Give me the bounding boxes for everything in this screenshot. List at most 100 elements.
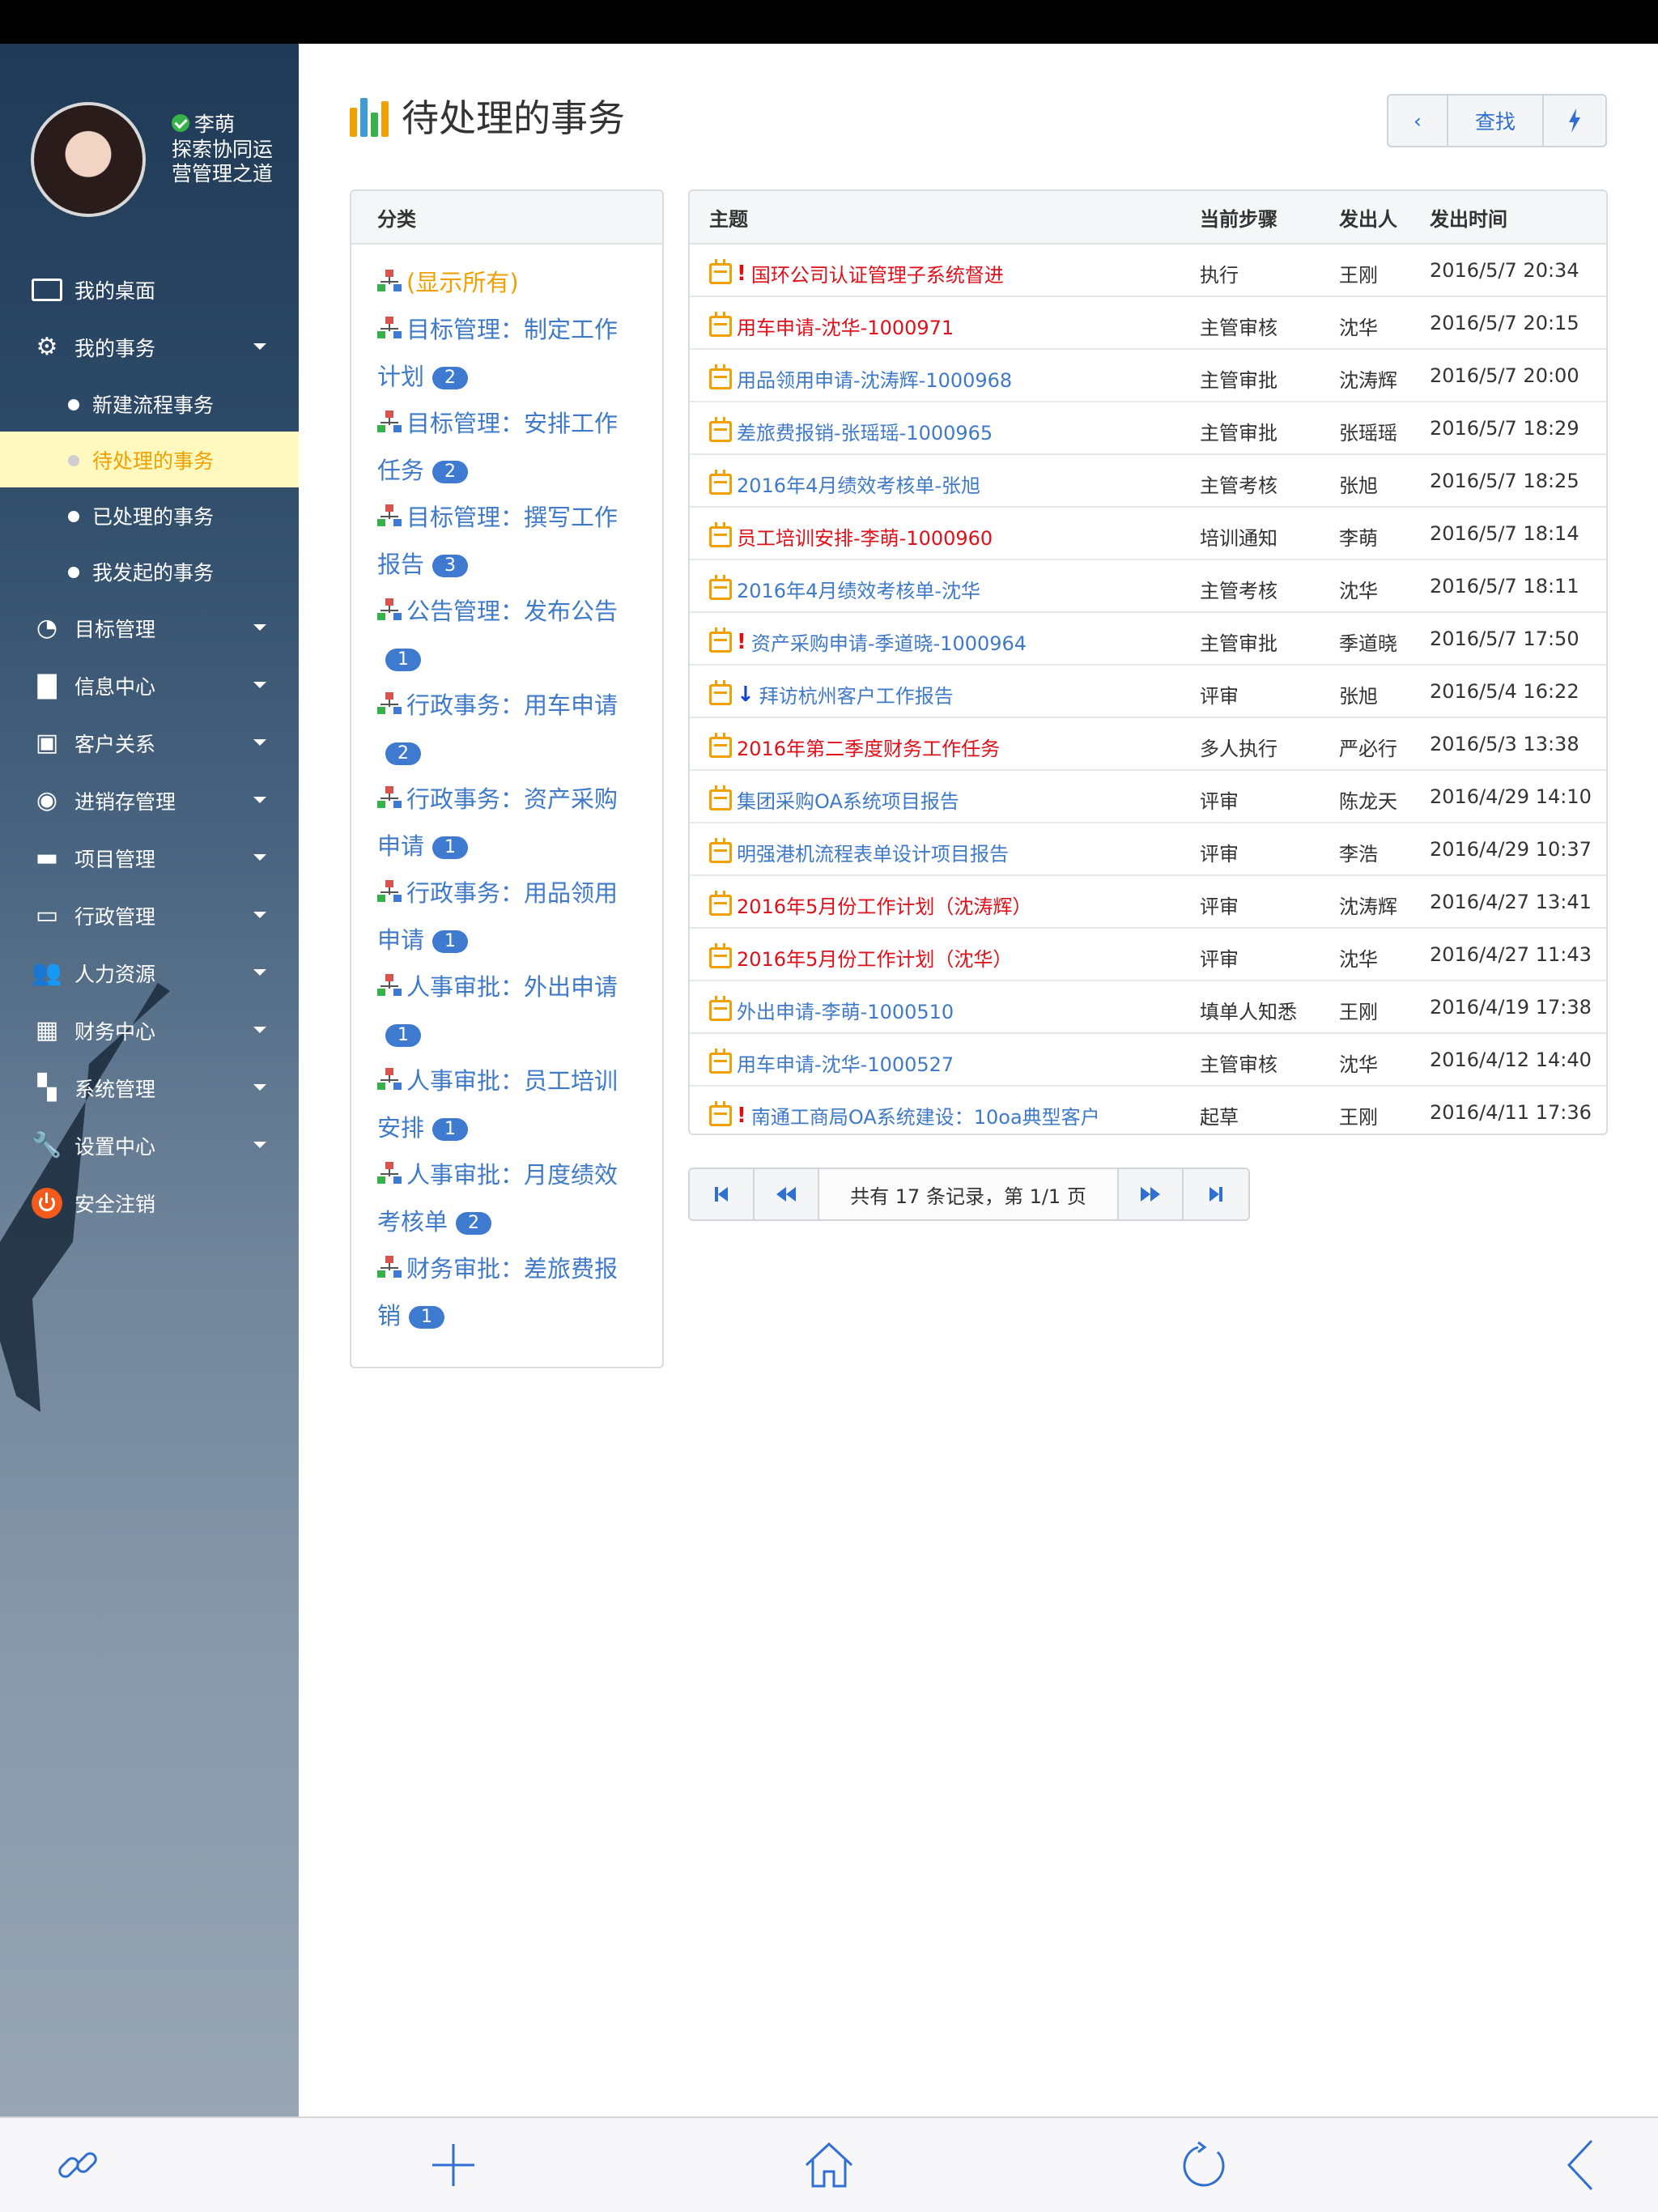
task-subject[interactable]: 拜访杭州客户工作报告 (759, 680, 954, 708)
task-subject[interactable]: 资产采购申请-季道晓-1000964 (751, 627, 1027, 656)
back-nav-button[interactable] (1548, 2133, 1613, 2197)
nav-sub-pending[interactable]: 待处理的事务 (0, 432, 299, 487)
table-row[interactable]: 2016年5月份工作计划（沈华） 评审 沈华 2016/4/27 11:43 (690, 929, 1606, 981)
prev-page-button[interactable] (755, 1169, 819, 1219)
category-item[interactable]: 人事审批：月度绩效考核单 2 (377, 1151, 638, 1245)
task-subject[interactable]: 2016年第二季度财务工作任务 (737, 733, 1000, 761)
table-row[interactable]: 用品领用申请-沈涛辉-1000968 主管审批 沈涛辉 2016/5/7 20:00 (690, 350, 1606, 402)
table-row[interactable]: 用车申请-沈华-1000527 主管审核 沈华 2016/4/12 14:40 (690, 1034, 1606, 1087)
task-subject-cell[interactable]: 2016年4月绩效考核单-张旭 (709, 469, 980, 498)
nav-sub-new-flow[interactable]: 新建流程事务 (0, 376, 299, 432)
task-subject-cell[interactable]: 2016年5月份工作计划（沈华） (709, 942, 1012, 972)
task-subject[interactable]: 用车申请-沈华-1000527 (737, 1049, 954, 1077)
home-button[interactable] (797, 2133, 861, 2197)
table-row[interactable]: ! 资产采购申请-季道晓-1000964 主管审批 季道晓 2016/5/7 17:50 (690, 613, 1606, 666)
table-row[interactable]: ! 南通工商局OA系统建设：10oa典型客户 起草 王刚 2016/4/11 17:36 (690, 1087, 1606, 1134)
nav-hr[interactable]: 👥 人力资源 (0, 944, 299, 1002)
table-row[interactable]: 2016年4月绩效考核单-张旭 主管考核 张旭 2016/5/7 18:25 (690, 455, 1606, 508)
task-subject-cell[interactable]: 用车申请-沈华-1000527 (709, 1048, 954, 1077)
table-row[interactable]: 员工培训安排-李萌-1000960 培训通知 李萌 2016/5/7 18:14 (690, 508, 1606, 560)
category-item[interactable]: 人事审批：外出申请 1 (377, 963, 638, 1057)
task-subject[interactable]: 2016年4月绩效考核单-沈华 (737, 575, 980, 603)
table-row[interactable]: 2016年第二季度财务工作任务 多人执行 严必行 2016/5/3 13:38 (690, 718, 1606, 771)
task-subject[interactable]: 外出申请-李萌-1000510 (737, 996, 954, 1024)
chevron-down-icon (253, 854, 266, 861)
category-item[interactable]: 财务审批：差旅费报销 1 (377, 1245, 638, 1339)
search-button[interactable]: 查找 (1448, 96, 1544, 146)
nav-finance[interactable]: ▦ 财务中心 (0, 1002, 299, 1059)
table-row[interactable]: ! 国环公司认证管理子系统督进 执行 王刚 2016/5/7 20:34 (690, 245, 1606, 297)
task-subject[interactable]: 南通工商局OA系统建设：10oa典型客户 (751, 1101, 1100, 1129)
first-page-button[interactable] (690, 1169, 755, 1219)
nav-inventory[interactable]: ◉ 进销存管理 (0, 772, 299, 829)
task-subject-cell[interactable]: 2016年第二季度财务工作任务 (709, 732, 1000, 761)
task-subject-cell[interactable]: 员工培训安排-李萌-1000960 (709, 521, 993, 551)
category-item[interactable]: 目标管理：安排工作任务 2 (377, 400, 638, 494)
nav-settings[interactable]: 🔧 设置中心 (0, 1117, 299, 1174)
nav-crm[interactable]: ▣ 客户关系 (0, 714, 299, 772)
task-subject[interactable]: 国环公司认证管理子系统督进 (751, 259, 1004, 287)
next-page-button[interactable] (1119, 1169, 1184, 1219)
nav-info[interactable]: ▇ 信息中心 (0, 657, 299, 714)
task-subject[interactable]: 明强港机流程表单设计项目报告 (737, 838, 1009, 866)
nav-goal[interactable]: ◔ 目标管理 (0, 599, 299, 657)
table-row[interactable]: 集团采购OA系统项目报告 评审 陈龙天 2016/4/29 14:10 (690, 771, 1606, 823)
category-item[interactable]: 公告管理：发布公告 1 (377, 588, 638, 682)
task-subject-cell[interactable]: 2016年5月份工作计划（沈涛辉） (709, 890, 1031, 919)
nav-my-tasks[interactable]: ⚙ 我的事务 (0, 318, 299, 376)
task-subject-cell[interactable]: 用品领用申请-沈涛辉-1000968 (709, 364, 1012, 393)
category-item[interactable]: 目标管理：制定工作计划 2 (377, 306, 638, 400)
task-subject[interactable]: 差旅费报销-张瑶瑶-1000965 (737, 417, 993, 445)
table-row[interactable]: 外出申请-李萌-1000510 填单人知悉 王刚 2016/4/19 17:38 (690, 981, 1606, 1034)
task-subject[interactable]: 2016年5月份工作计划（沈涛辉） (737, 891, 1031, 919)
task-subject[interactable]: 用品领用申请-沈涛辉-1000968 (737, 364, 1012, 393)
task-subject[interactable]: 2016年5月份工作计划（沈华） (737, 943, 1012, 972)
task-subject[interactable]: 2016年4月绩效考核单-张旭 (737, 470, 980, 498)
last-page-button[interactable] (1184, 1169, 1248, 1219)
add-button[interactable] (421, 2133, 486, 2197)
nav-system[interactable]: ▚ 系统管理 (0, 1059, 299, 1117)
task-subject-cell[interactable]: 明强港机流程表单设计项目报告 (709, 837, 1009, 866)
category-item[interactable]: 目标管理：撰写工作报告 3 (377, 494, 638, 588)
task-subject-cell[interactable]: ↓ 拜访杭州客户工作报告 (709, 679, 954, 708)
task-subject-cell[interactable]: ! 南通工商局OA系统建设：10oa典型客户 (709, 1100, 1100, 1129)
task-subject[interactable]: 集团采购OA系统项目报告 (737, 785, 959, 814)
category-item[interactable]: 人事审批：员工培训安排 1 (377, 1057, 638, 1151)
column-step[interactable]: 当前步骤 (1200, 203, 1278, 232)
nav-sub-processed[interactable]: 已处理的事务 (0, 487, 299, 543)
nav-logout[interactable]: 安全注销 (0, 1174, 299, 1231)
nav-admin[interactable]: ▭ 行政管理 (0, 887, 299, 944)
table-row[interactable]: 明强港机流程表单设计项目报告 评审 李浩 2016/4/29 10:37 (690, 823, 1606, 876)
task-subject-cell[interactable]: ! 资产采购申请-季道晓-1000964 (709, 627, 1027, 656)
task-subject-cell[interactable]: 2016年4月绩效考核单-沈华 (709, 574, 980, 603)
refresh-button[interactable] (1172, 2133, 1237, 2197)
table-row[interactable]: 2016年5月份工作计划（沈涛辉） 评审 沈涛辉 2016/4/27 13:41 (690, 876, 1606, 929)
link-button[interactable] (45, 2133, 110, 2197)
task-subject-cell[interactable]: 差旅费报销-张瑶瑶-1000965 (709, 416, 993, 445)
column-time[interactable]: 发出时间 (1430, 203, 1507, 232)
nav-sub-initiated[interactable]: 我发起的事务 (0, 543, 299, 599)
category-item[interactable]: 行政事务：用车申请 2 (377, 682, 638, 776)
column-sender[interactable]: 发出人 (1339, 203, 1397, 232)
refresh-icon (1183, 2141, 1225, 2187)
table-row[interactable]: 2016年4月绩效考核单-沈华 主管考核 沈华 2016/5/7 18:11 (690, 560, 1606, 613)
nav-project[interactable]: ▬ 项目管理 (0, 829, 299, 887)
back-button[interactable]: ‹ (1388, 96, 1448, 146)
table-row[interactable]: ↓ 拜访杭州客户工作报告 评审 张旭 2016/5/4 16:22 (690, 666, 1606, 718)
category-item[interactable]: 行政事务：用品领用申请 1 (377, 870, 638, 963)
task-subject-cell[interactable]: 外出申请-李萌-1000510 (709, 995, 954, 1024)
avatar[interactable] (31, 102, 146, 217)
user-profile[interactable]: 李萌 探索协同运营管理之道 (31, 102, 290, 223)
quick-action-button[interactable] (1544, 96, 1605, 146)
table-row[interactable]: 用车申请-沈华-1000971 主管审核 沈华 2016/5/7 20:15 (690, 297, 1606, 350)
table-row[interactable]: 差旅费报销-张瑶瑶-1000965 主管审批 张瑶瑶 2016/5/7 18:29 (690, 402, 1606, 455)
task-subject-cell[interactable]: ! 国环公司认证管理子系统督进 (709, 258, 1004, 287)
category-item[interactable]: (显示所有) (377, 259, 638, 306)
task-subject-cell[interactable]: 集团采购OA系统项目报告 (709, 785, 959, 814)
task-subject[interactable]: 用车申请-沈华-1000971 (737, 312, 954, 340)
task-subject-cell[interactable]: 用车申请-沈华-1000971 (709, 311, 954, 340)
column-subject[interactable]: 主题 (709, 203, 748, 232)
category-item[interactable]: 行政事务：资产采购申请 1 (377, 776, 638, 870)
nav-desktop[interactable]: 我的桌面 (0, 261, 299, 318)
task-subject[interactable]: 员工培训安排-李萌-1000960 (737, 522, 993, 551)
